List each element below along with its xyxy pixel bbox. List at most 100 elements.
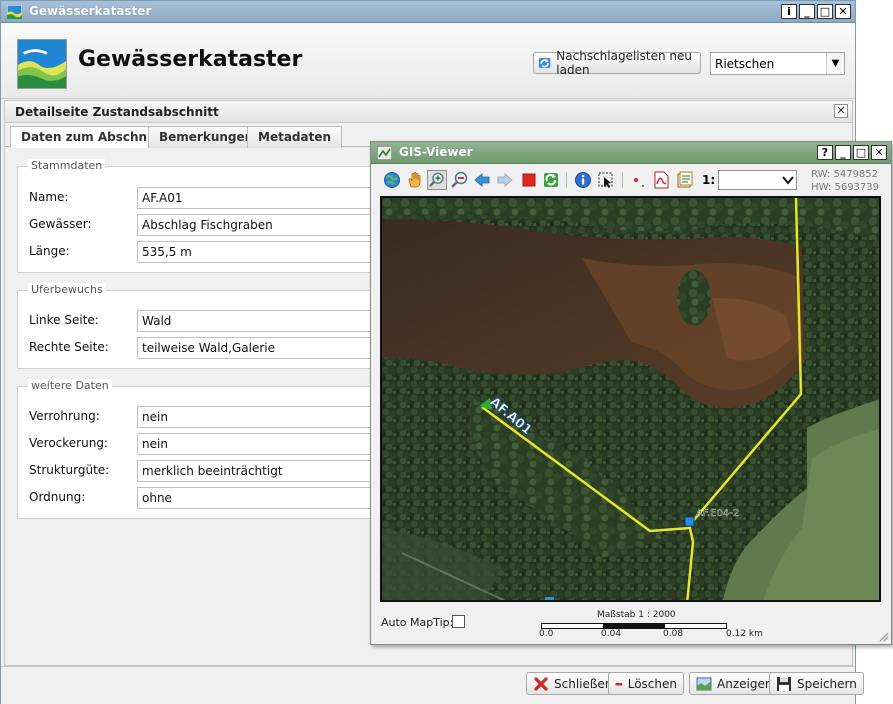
scalebar-title: Maßstab 1 : 2000 bbox=[597, 610, 676, 620]
fieldset-legend: weitere Daten bbox=[28, 379, 112, 392]
panel-title: Detailseite Zustandsabschnitt bbox=[15, 105, 219, 119]
window-title: Gewässerkataster bbox=[29, 4, 152, 18]
gewaesser-field[interactable]: Abschlag Fischgraben bbox=[137, 214, 397, 236]
app-title: Gewässerkataster bbox=[78, 47, 303, 72]
auto-maptip-label: Auto MapTip: bbox=[381, 616, 454, 629]
reload-lookup-lists-label: Nachschlagelisten neu laden bbox=[556, 49, 692, 77]
close-window-button[interactable]: ✕ bbox=[835, 4, 851, 19]
gis-app-icon bbox=[377, 146, 392, 160]
linke-seite-field[interactable]: Wald bbox=[137, 310, 397, 332]
verockerung-field[interactable]: nein bbox=[137, 433, 397, 455]
toolbar-separator bbox=[566, 172, 567, 188]
refresh-map-icon[interactable] bbox=[542, 171, 560, 189]
scale-prefix: 1: bbox=[702, 173, 716, 187]
chevron-down-icon[interactable]: ▼ bbox=[826, 53, 844, 74]
gis-maximize-button[interactable]: □ bbox=[853, 145, 869, 160]
stop-icon[interactable] bbox=[520, 171, 538, 189]
show-button[interactable]: Anzeigen bbox=[689, 672, 780, 695]
gis-minimize-button[interactable]: _ bbox=[835, 145, 851, 160]
gis-window-title: GIS-Viewer bbox=[399, 145, 473, 159]
map-canvas[interactable]: AF.A01 AF.E04-2 bbox=[380, 196, 881, 602]
app-header: Gewässerkataster Nachschlagelisten neu l… bbox=[1, 23, 855, 99]
resize-grip-icon[interactable] bbox=[877, 630, 889, 642]
form-row-name: Name: AF.A01 bbox=[18, 187, 397, 209]
district-select-value: Rietschen bbox=[715, 57, 775, 71]
close-button[interactable]: Schließen bbox=[526, 672, 620, 695]
pdf-icon[interactable] bbox=[652, 171, 670, 189]
field-label: Ordnung: bbox=[29, 490, 86, 504]
fieldset-legend: Uferbewuchs bbox=[28, 283, 106, 296]
gis-title-bar[interactable]: GIS-Viewer ? _ □ ✕ bbox=[371, 142, 891, 164]
scalebar-tick: 0.04 bbox=[601, 629, 622, 639]
app-logo bbox=[17, 39, 67, 89]
verrohrung-field[interactable]: nein bbox=[137, 406, 397, 428]
node-label: AF.E04-2 bbox=[696, 508, 739, 519]
show-button-label: Anzeigen bbox=[717, 676, 773, 691]
district-select[interactable]: Rietschen ▼ bbox=[710, 52, 845, 75]
field-label: Name: bbox=[29, 190, 69, 204]
delete-button[interactable]: Löschen bbox=[608, 672, 684, 695]
close-button-label: Schließen bbox=[554, 676, 613, 691]
select-icon[interactable] bbox=[597, 171, 615, 189]
panel-close-icon[interactable]: ✕ bbox=[834, 104, 848, 118]
globe-icon[interactable] bbox=[383, 171, 401, 189]
field-label: Verrohrung: bbox=[29, 409, 100, 423]
save-button[interactable]: Speichern bbox=[769, 672, 864, 695]
form-row-verrohrung: Verrohrung: nein bbox=[18, 406, 397, 428]
fieldset-legend: Stammdaten bbox=[28, 159, 106, 172]
zoom-out-icon[interactable] bbox=[451, 171, 469, 189]
delete-button-label: Löschen bbox=[627, 676, 677, 691]
scale-select[interactable] bbox=[718, 170, 797, 190]
rechte-seite-field[interactable]: teilweise Wald,Galerie bbox=[137, 337, 397, 359]
app-icon bbox=[7, 5, 22, 19]
forward-arrow-icon[interactable] bbox=[496, 171, 514, 189]
info-window-button[interactable]: i bbox=[781, 4, 797, 19]
name-field[interactable]: AF.A01 bbox=[137, 187, 397, 209]
info-icon[interactable] bbox=[574, 171, 592, 189]
save-button-label: Speichern bbox=[797, 676, 857, 691]
field-label: Strukturgüte: bbox=[29, 463, 110, 477]
maximize-button[interactable]: □ bbox=[817, 4, 833, 19]
field-label: Länge: bbox=[29, 244, 70, 258]
scalebar bbox=[541, 623, 727, 629]
gis-close-button[interactable]: ✕ bbox=[871, 145, 887, 160]
zoom-in-icon[interactable] bbox=[427, 170, 447, 190]
footer-toolbar: Schließen Löschen Anzeigen Speichern bbox=[1, 666, 864, 704]
form-row-ordnung: Ordnung: ohne bbox=[18, 487, 397, 509]
field-label: Linke Seite: bbox=[29, 313, 99, 327]
floppy-disk-icon bbox=[777, 676, 791, 691]
minimize-button[interactable]: _ bbox=[799, 4, 815, 19]
minus-icon bbox=[615, 682, 623, 685]
scalebar-tick: 0.0 bbox=[539, 629, 554, 639]
form-row-strukturguete: Strukturgüte: merklich beeinträchtigt bbox=[18, 460, 397, 482]
print-icon[interactable] bbox=[676, 171, 694, 189]
scalebar-tick: 0.12 km bbox=[726, 629, 763, 639]
back-arrow-icon[interactable] bbox=[473, 171, 491, 189]
tab-metadaten[interactable]: Metadaten bbox=[247, 126, 343, 148]
laenge-field[interactable]: 535,5 m bbox=[137, 241, 397, 263]
main-title-bar[interactable]: Gewässerkataster i _ □ ✕ bbox=[1, 1, 855, 23]
hw-coordinate: HW: 5693739 bbox=[811, 182, 879, 193]
scalebar-tick: 0.08 bbox=[663, 629, 684, 639]
field-label: Rechte Seite: bbox=[29, 340, 109, 354]
help-button[interactable]: ? bbox=[817, 145, 833, 160]
form-row-rechte-seite: Rechte Seite: teilweise Wald,Galerie bbox=[18, 337, 397, 359]
red-x-icon bbox=[534, 676, 548, 691]
reload-lookup-lists-button[interactable]: Nachschlagelisten neu laden bbox=[533, 49, 701, 77]
fieldset-uferbewuchs: Uferbewuchs Linke Seite: Wald Rechte Sei… bbox=[17, 283, 397, 369]
ordnung-field[interactable]: ohne bbox=[137, 487, 397, 509]
chevron-down-icon[interactable] bbox=[781, 172, 795, 188]
strukturguete-field[interactable]: merklich beeinträchtigt bbox=[137, 460, 397, 482]
auto-maptip-checkbox[interactable] bbox=[452, 615, 465, 628]
form-row-linke-seite: Linke Seite: Wald bbox=[18, 310, 397, 332]
pan-hand-icon[interactable] bbox=[406, 171, 424, 189]
field-label: Verockerung: bbox=[29, 436, 108, 450]
form-row-gewaesser: Gewässer: Abschlag Fischgraben bbox=[18, 214, 397, 236]
form-row-verockerung: Verockerung: nein bbox=[18, 433, 397, 455]
toolbar-separator bbox=[622, 172, 623, 188]
form-row-laenge: Länge: 535,5 m bbox=[18, 241, 397, 263]
field-label: Gewässer: bbox=[29, 217, 92, 231]
coordinate-readout: RW: 5479852 HW: 5693739 bbox=[811, 168, 879, 194]
point-icon[interactable] bbox=[630, 171, 648, 189]
aerial-map: AF.A01 AF.E04-2 bbox=[382, 198, 879, 600]
